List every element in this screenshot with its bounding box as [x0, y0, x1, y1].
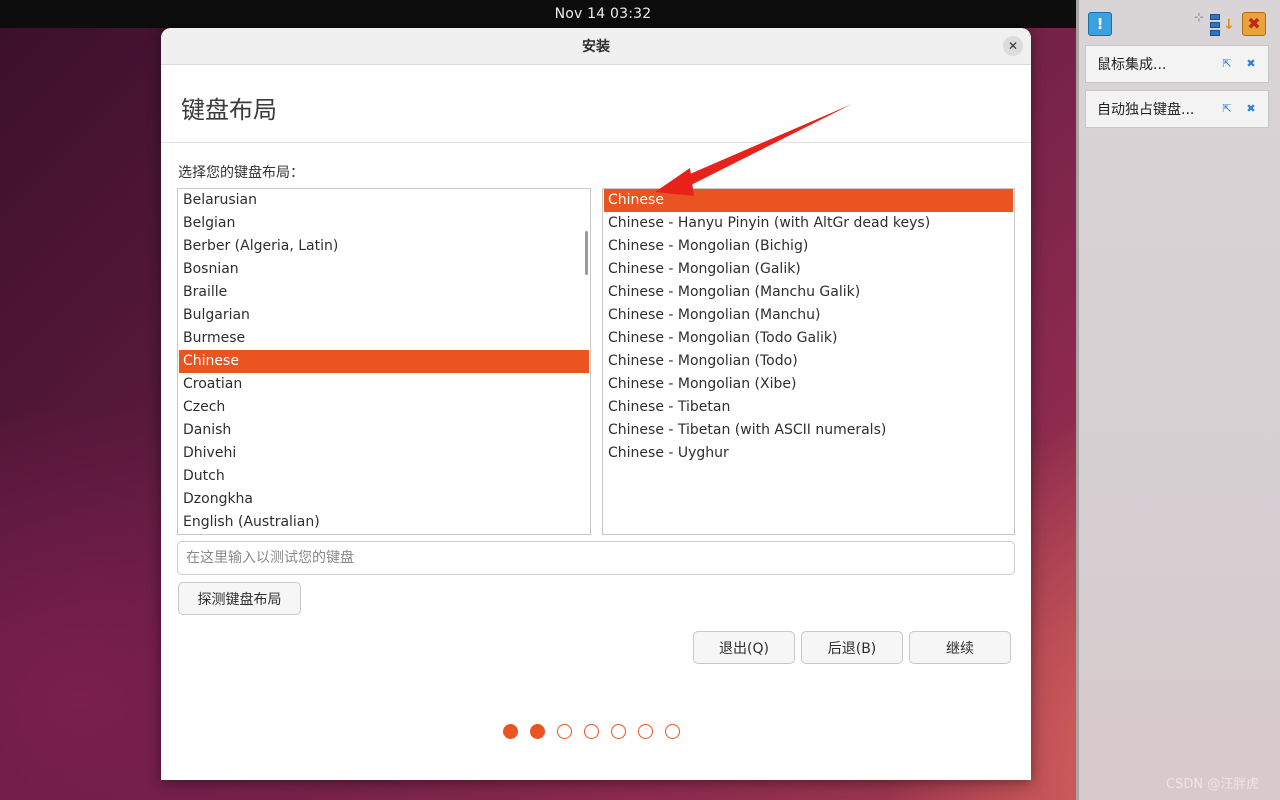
list-item[interactable]: Bulgarian [179, 304, 589, 327]
progress-dot [638, 724, 653, 739]
list-item[interactable]: Chinese [179, 350, 589, 373]
progress-dot [665, 724, 680, 739]
list-item[interactable]: Chinese - Mongolian (Todo Galik) [604, 327, 1013, 350]
clear-notifications-icon[interactable]: ✖ [1242, 12, 1266, 36]
top-bar: Nov 14 03:32 [0, 0, 1076, 28]
continue-button[interactable]: 继续 [909, 631, 1011, 664]
list-item[interactable]: Danish [179, 419, 589, 442]
list-item[interactable]: Chinese - Mongolian (Manchu Galik) [604, 281, 1013, 304]
layout-list-scrollbar[interactable] [585, 231, 588, 275]
watermark: CSDN @汪胖虎 [1166, 777, 1260, 792]
list-item[interactable]: Chinese - Mongolian (Xibe) [604, 373, 1013, 396]
keyboard-test-input[interactable] [177, 541, 1015, 575]
progress-dots [503, 724, 680, 739]
dismiss-icon[interactable]: ✖ [1244, 57, 1258, 71]
layout-prompt: 选择您的键盘布局： [178, 165, 304, 181]
list-item[interactable]: Burmese [179, 327, 589, 350]
list-item[interactable]: Dutch [179, 465, 589, 488]
notification-label: 自动独占键盘... [1097, 102, 1195, 118]
variant-list[interactable]: Chinese Chinese - Hanyu Pinyin (with AltG… [602, 188, 1015, 535]
list-item[interactable]: Croatian [179, 373, 589, 396]
list-item[interactable]: Czech [179, 396, 589, 419]
list-item[interactable]: English (Australian) [179, 511, 589, 534]
window-title: 安装 [582, 39, 610, 55]
notification-label: 鼠标集成... [1097, 57, 1167, 73]
page-title: 键盘布局 [181, 96, 277, 124]
list-item[interactable]: Berber (Algeria, Latin) [179, 235, 589, 258]
network-icon: ⊹ [1193, 10, 1205, 24]
header-divider [161, 142, 1031, 143]
side-toolbar: ! ⊹ ↓ ✖ [1084, 8, 1272, 40]
close-button[interactable]: ✕ [1003, 36, 1023, 56]
progress-dot [557, 724, 572, 739]
list-item[interactable]: Chinese - Mongolian (Todo) [604, 350, 1013, 373]
popup-icon[interactable]: ⇱ [1220, 102, 1234, 116]
list-item[interactable]: Chinese [604, 189, 1013, 212]
progress-dot [611, 724, 626, 739]
clock[interactable]: Nov 14 03:32 [425, 6, 652, 22]
list-item[interactable]: Bosnian [179, 258, 589, 281]
layout-list[interactable]: Belarusian Belgian Berber (Algeria, Latin)… [177, 188, 591, 535]
close-icon: ✕ [1007, 39, 1019, 53]
popup-icon[interactable]: ⇱ [1220, 57, 1234, 71]
quit-button[interactable]: 退出(Q) [693, 631, 795, 664]
installer-window: 安装 ✕ 键盘布局 选择您的键盘布局： Belarusian Belgian Ber… [161, 28, 1031, 780]
list-item[interactable]: Chinese - Tibetan (with ASCII numerals) [604, 419, 1013, 442]
list-item[interactable]: Belgian [179, 212, 589, 235]
list-item[interactable]: Chinese - Mongolian (Manchu) [604, 304, 1013, 327]
list-item[interactable]: Chinese - Mongolian (Bichig) [604, 235, 1013, 258]
title-bar: 安装 [161, 28, 1031, 65]
list-item[interactable]: Dzongkha [179, 488, 589, 511]
detect-layout-button[interactable]: 探测键盘布局 [178, 582, 301, 615]
dismiss-icon[interactable]: ✖ [1244, 102, 1258, 116]
progress-dot [584, 724, 599, 739]
message-icon[interactable]: ! [1088, 12, 1112, 36]
notification-item[interactable]: 鼠标集成... ⇱ ✖ [1085, 45, 1269, 83]
list-item[interactable]: Braille [179, 281, 589, 304]
back-button[interactable]: 后退(B) [801, 631, 903, 664]
list-item[interactable]: Chinese - Mongolian (Galik) [604, 258, 1013, 281]
progress-dot [530, 724, 545, 739]
list-item[interactable]: Dhivehi [179, 442, 589, 465]
list-item[interactable]: Chinese - Hanyu Pinyin (with AltGr dead … [604, 212, 1013, 235]
notification-item[interactable]: 自动独占键盘... ⇱ ✖ [1085, 90, 1269, 128]
list-item[interactable]: Chinese - Uyghur [604, 442, 1013, 465]
list-item[interactable]: Belarusian [179, 189, 589, 212]
sort-icon[interactable]: ↓ [1210, 12, 1235, 38]
progress-dot [503, 724, 518, 739]
list-item[interactable]: Chinese - Tibetan [604, 396, 1013, 419]
